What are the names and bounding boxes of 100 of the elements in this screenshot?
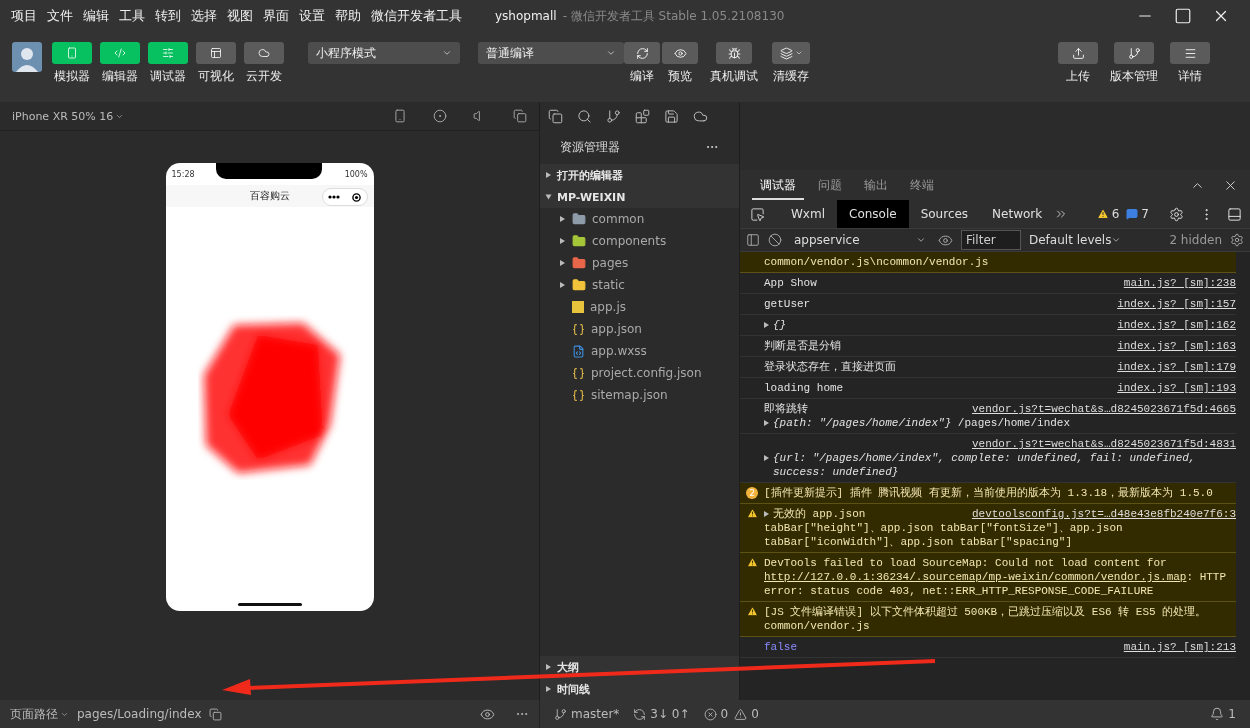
panel-tab[interactable]: 输出 [856,170,896,200]
devtools-tab[interactable]: Network [980,200,1055,228]
branch-icon[interactable] [606,108,621,124]
source-link[interactable]: main.js? [sm]:213 [1123,640,1236,654]
menu-item[interactable]: 设置 [294,7,330,25]
section-header[interactable]: MP-WEIXIN [540,186,739,208]
menu-item[interactable]: 工具 [114,7,150,25]
avatar[interactable] [12,42,42,72]
action-button[interactable] [662,42,698,64]
device-select[interactable]: iPhone XR 50% 16 [12,109,125,123]
source-link[interactable]: index.js? [sm]:179 [1117,360,1236,374]
record-icon[interactable] [433,109,447,123]
panel-toggle-button[interactable] [244,42,284,64]
action-button[interactable] [772,42,810,64]
panel-toggle-button[interactable] [148,42,188,64]
devtools-tab[interactable]: Wxml [779,200,837,228]
maximize-icon[interactable] [1174,7,1192,25]
menu-item[interactable]: 项目 [6,7,42,25]
layout-icon [210,47,222,59]
panel-tab[interactable]: 终端 [902,170,942,200]
caret-icon[interactable] [764,455,769,461]
console-detail: {path: "/pages/home/index"} /pages/home/index [773,416,1071,430]
action-button[interactable] [624,42,660,64]
style-file-icon [572,344,585,358]
context-select[interactable]: appservice [790,233,930,247]
phone-icon[interactable] [393,109,407,123]
source-link[interactable]: main.js? [sm]:238 [1123,276,1236,290]
panel-toggle-button[interactable] [52,42,92,64]
panel-tab[interactable]: 问题 [810,170,850,200]
bell-icon[interactable] [1210,707,1225,721]
menu-item[interactable]: 视图 [222,7,258,25]
source-link[interactable]: vendor.js?t=wechat&s…d8245023671f5d:4665 [971,402,1236,416]
folder-item[interactable]: pages [592,256,629,270]
action-label: 编译 [630,68,654,85]
menu-item[interactable]: 选择 [186,7,222,25]
devtools-tab[interactable]: Sources [908,200,981,228]
source-link[interactable]: http://127.0.0.1:36234/.sourcemap/mp-weixin/common/vendor.js.map [764,571,1187,583]
caret-icon[interactable] [764,511,769,517]
caret-icon[interactable] [560,260,565,266]
mode-select[interactable]: 小程序模式 [308,42,460,64]
menu-item[interactable]: 界面 [258,7,294,25]
save-icon[interactable] [664,108,679,124]
eye-icon[interactable] [480,706,495,722]
settings-icon[interactable] [1230,233,1244,247]
section-header[interactable]: 打开的编辑器 [540,164,739,186]
compile-select[interactable]: 普通编译 [478,42,624,64]
search-icon[interactable] [577,108,592,124]
folder-item[interactable]: common [592,212,645,226]
source-link[interactable]: devtoolsconfig.js?t=…d48e43e8fb240e7f6:3 [971,507,1236,521]
filter-field[interactable]: Filter [961,230,1021,250]
menu-item[interactable]: 文件 [42,7,78,25]
action-button[interactable] [716,42,752,64]
source-link[interactable]: index.js? [sm]:157 [1117,297,1236,311]
file-item[interactable]: app.js [590,300,626,314]
panel-toggle-button[interactable] [100,42,140,64]
copy-icon[interactable] [209,707,223,721]
caret-icon[interactable] [560,216,565,222]
menu-item[interactable]: 转到 [150,7,186,25]
section-header[interactable]: 时间线 [540,678,739,700]
hidden-count: 2 hidden [1169,233,1222,247]
file-item[interactable]: project.config.json [591,366,702,380]
caret-icon[interactable] [764,322,769,328]
panel-toggle-button[interactable] [196,42,236,64]
branch-name[interactable]: master* [571,707,620,721]
source-link[interactable]: vendor.js?t=wechat&s…d8245023671f5d:4831 [971,437,1236,451]
devtools-tab[interactable]: Console [837,200,909,228]
files-icon[interactable] [548,108,563,124]
action-button[interactable] [1058,42,1098,64]
file-item[interactable]: app.wxss [591,344,647,358]
branch-icon [554,707,567,721]
page-title: 百容购云 [249,189,290,203]
action-button[interactable] [1114,42,1154,64]
capsule-button[interactable] [321,188,368,206]
menu-item[interactable]: 帮助 [330,7,366,25]
dock-icon[interactable] [1227,206,1242,222]
source-link[interactable]: index.js? [sm]:163 [1117,339,1236,353]
windows-icon[interactable] [513,109,527,123]
sidebar-icon[interactable] [746,233,760,247]
folder-item[interactable]: components [592,234,667,248]
count-badge: 2 [746,487,758,499]
caret-icon[interactable] [764,420,769,426]
inspect-icon[interactable] [750,206,765,222]
menu-item[interactable]: 编辑 [78,7,114,25]
path-label[interactable]: 页面路径 [10,705,69,723]
eye-icon[interactable] [938,232,953,248]
folder-item[interactable]: static [592,278,625,292]
source-link[interactable]: index.js? [sm]:162 [1117,318,1236,332]
blocks-icon[interactable] [635,108,650,124]
source-link[interactable]: index.js? [sm]:193 [1117,381,1236,395]
action-button[interactable] [1170,42,1210,64]
file-item[interactable]: app.json [591,322,642,336]
caret-icon[interactable] [560,282,565,288]
window-subtitle: - 微信开发者工具 Stable 1.05.2108130 [562,7,785,25]
menu-item[interactable]: 微信开发者工具 [366,7,467,25]
levels-select[interactable]: Default levels [1029,233,1122,247]
caret-icon[interactable] [560,238,565,244]
file-item[interactable]: sitemap.json [591,388,668,402]
cloud-icon[interactable] [693,108,708,124]
clear-icon[interactable] [768,233,782,247]
sync-count[interactable]: 3↓ 0↑ [650,707,690,721]
